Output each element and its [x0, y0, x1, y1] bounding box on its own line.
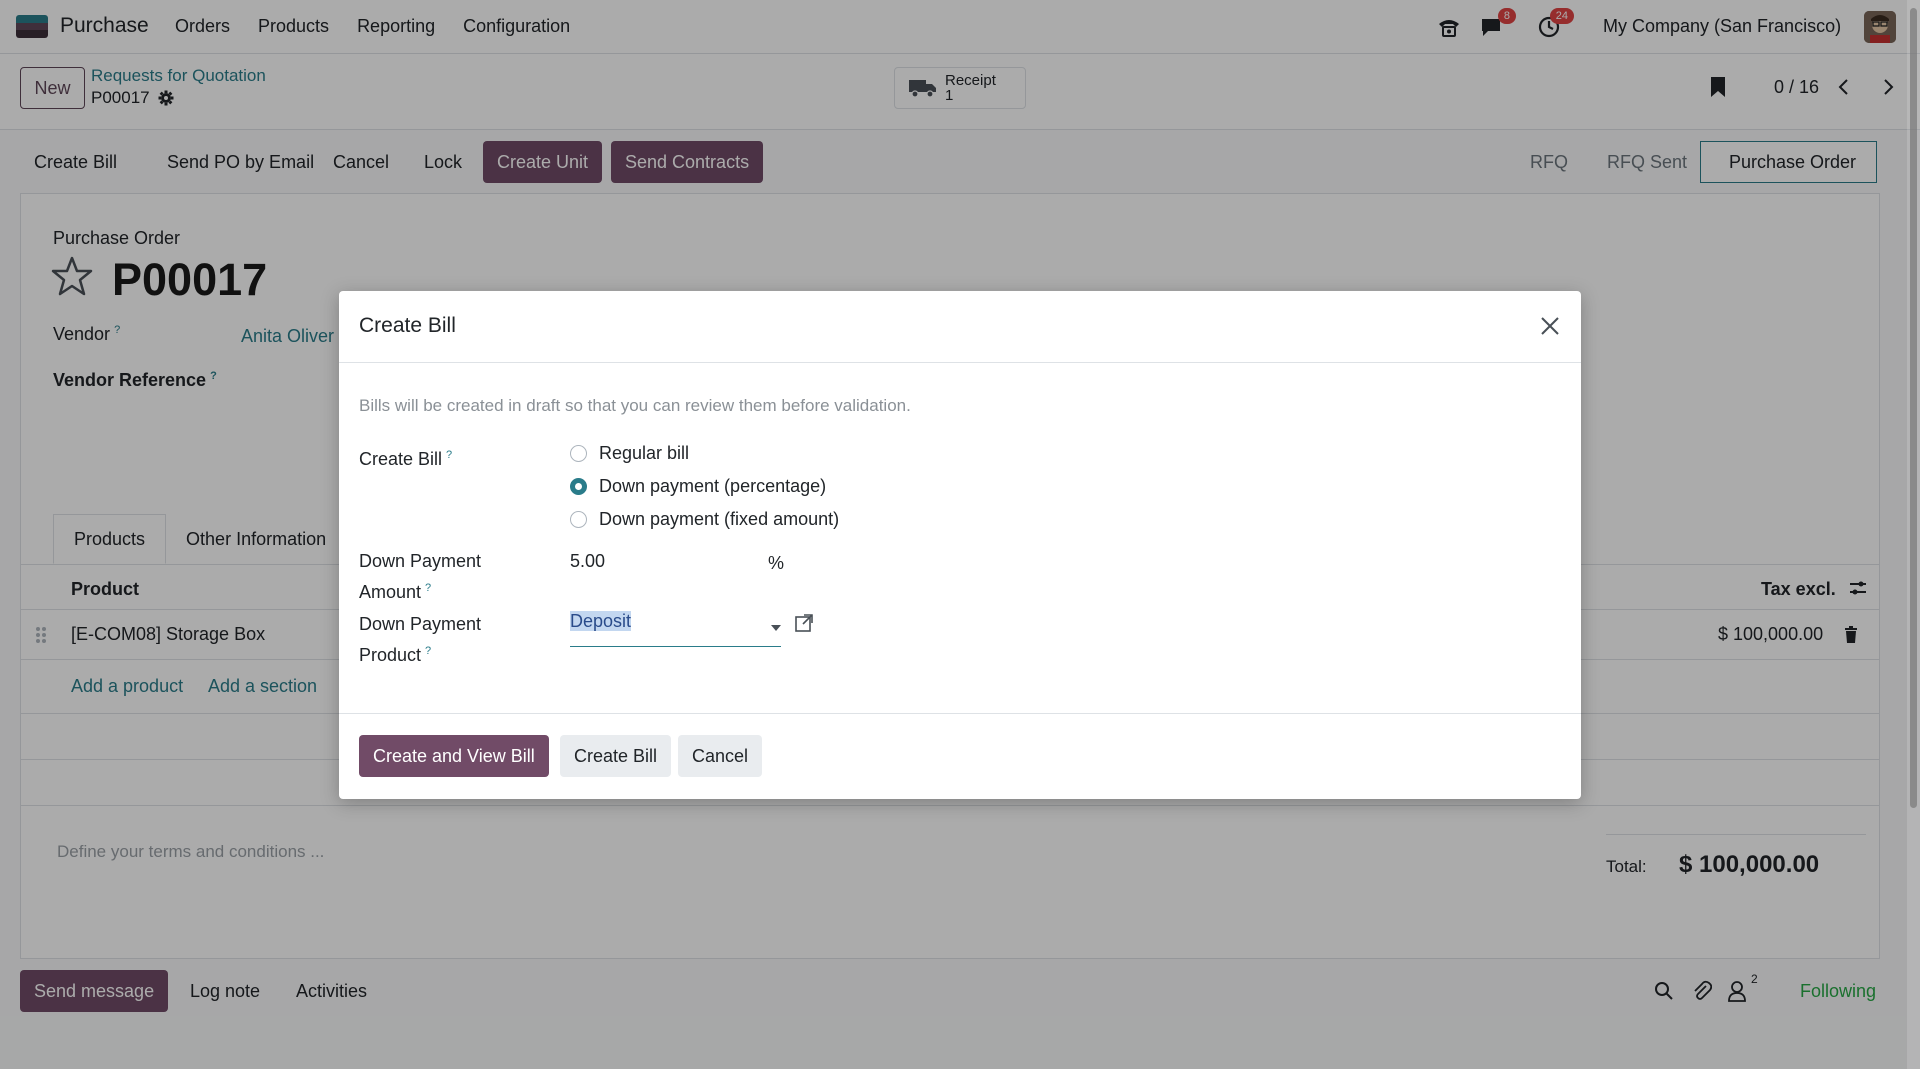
option-label: Down payment (fixed amount)	[599, 509, 840, 529]
help-icon[interactable]: ?	[425, 645, 431, 657]
option-down-payment-fixed[interactable]: Down payment (fixed amount)	[570, 509, 839, 530]
down-payment-amount-input[interactable]: 5.00	[570, 551, 770, 581]
down-payment-amount-label: Down Payment Amount?	[359, 548, 481, 606]
help-icon[interactable]: ?	[446, 449, 452, 461]
label-line: Product	[359, 645, 422, 665]
dialog-header: Create Bill	[339, 291, 1581, 363]
help-icon[interactable]: ?	[425, 582, 431, 594]
close-icon[interactable]	[1537, 313, 1563, 339]
option-down-payment-percentage[interactable]: Down payment (percentage)	[570, 476, 826, 497]
selected-product[interactable]: Deposit	[570, 611, 632, 631]
scrollbar-thumb[interactable]	[1910, 8, 1917, 808]
cancel-dialog-button[interactable]: Cancel	[678, 735, 763, 777]
percent-unit: %	[768, 553, 785, 573]
dialog-hint: Bills will be created in draft so that y…	[359, 396, 911, 415]
page-scrollbar[interactable]	[1907, 0, 1920, 1069]
down-payment-product-label: Down Payment Product?	[359, 611, 481, 669]
radio-button-checked[interactable]	[570, 478, 587, 495]
label-line: Amount	[359, 582, 422, 602]
dialog-body: Bills will be created in draft so that y…	[339, 363, 1581, 713]
create-bill-label-text: Create Bill	[359, 449, 443, 469]
external-link-icon[interactable]	[794, 613, 814, 633]
label-line: Down Payment	[359, 551, 482, 571]
create-bill-dialog-button[interactable]: Create Bill	[560, 735, 672, 777]
option-label: Regular bill	[599, 443, 690, 463]
radio-button[interactable]	[570, 445, 587, 462]
option-regular-bill[interactable]: Regular bill	[570, 443, 689, 464]
chevron-down-icon[interactable]	[771, 625, 781, 631]
create-bill-label: Create Bill?	[359, 442, 452, 473]
create-bill-dialog: Create Bill Bills will be created in dra…	[339, 291, 1581, 799]
create-and-view-bill-button[interactable]: Create and View Bill	[359, 735, 549, 777]
dialog-title: Create Bill	[359, 314, 456, 337]
down-payment-product-select[interactable]: Deposit	[570, 611, 781, 647]
radio-button[interactable]	[570, 511, 587, 528]
option-label: Down payment (percentage)	[599, 476, 827, 496]
label-line: Down Payment	[359, 614, 482, 634]
dialog-footer: Create and View Bill Create Bill Cancel	[339, 713, 1581, 799]
